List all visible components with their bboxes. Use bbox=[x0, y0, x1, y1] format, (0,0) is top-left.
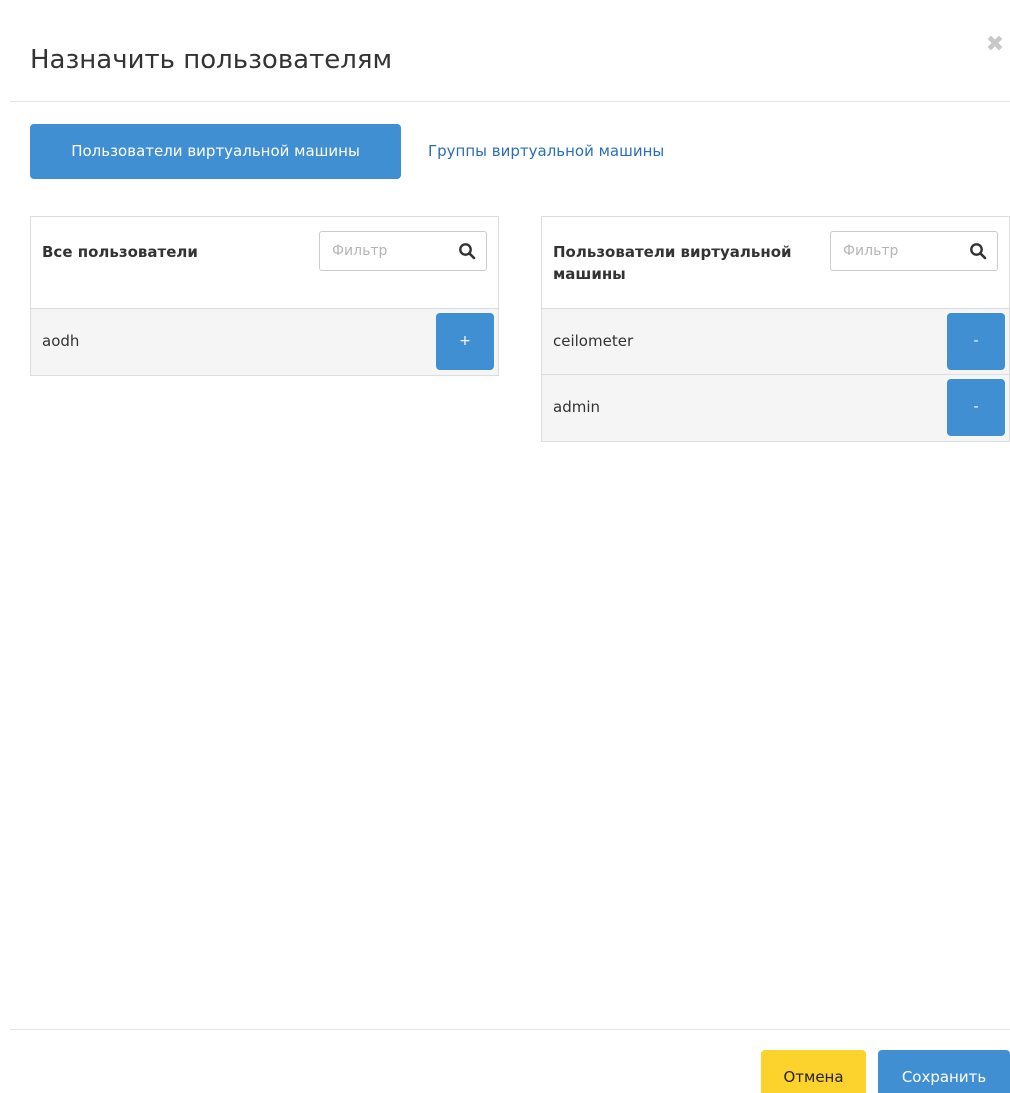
tab-vm-users[interactable]: Пользователи виртуальной машины bbox=[30, 124, 401, 179]
filter-box bbox=[830, 231, 998, 271]
remove-user-button[interactable]: - bbox=[947, 313, 1005, 370]
list-item-label: ceilometer bbox=[553, 332, 634, 350]
list-item: ceilometer - bbox=[542, 309, 1009, 375]
assign-users-modal: Назначить пользователям ✖ Пользователи в… bbox=[0, 0, 1010, 1093]
panel-header: Все пользователи bbox=[31, 217, 498, 309]
cancel-button[interactable]: Отмена bbox=[761, 1050, 866, 1093]
search-icon[interactable] bbox=[969, 242, 987, 260]
all-users-panel: Все пользователи aodh + bbox=[30, 216, 499, 376]
filter-box bbox=[319, 231, 487, 271]
add-user-button[interactable]: + bbox=[436, 313, 494, 370]
tab-vm-groups[interactable]: Группы виртуальной машины bbox=[428, 124, 664, 179]
list-item-label: aodh bbox=[42, 332, 80, 350]
close-icon[interactable]: ✖ bbox=[984, 34, 1006, 56]
panel-title: Пользователи виртуальной машины bbox=[553, 243, 792, 283]
panel-title: Все пользователи bbox=[42, 243, 198, 261]
vm-users-panel: Пользователи виртуальной машины ceilomet… bbox=[541, 216, 1010, 442]
modal-title: Назначить пользователям bbox=[30, 45, 393, 75]
search-icon[interactable] bbox=[458, 242, 476, 260]
list-item: admin - bbox=[542, 375, 1009, 441]
panel-header: Пользователи виртуальной машины bbox=[542, 217, 1009, 309]
header-divider bbox=[10, 101, 1010, 102]
list-item: aodh + bbox=[31, 309, 498, 375]
save-button[interactable]: Сохранить bbox=[878, 1050, 1010, 1093]
vm-users-filter-input[interactable] bbox=[831, 232, 957, 270]
footer-divider bbox=[10, 1029, 1010, 1030]
remove-user-button[interactable]: - bbox=[947, 379, 1005, 436]
list-item-label: admin bbox=[553, 398, 600, 416]
all-users-filter-input[interactable] bbox=[320, 232, 446, 270]
